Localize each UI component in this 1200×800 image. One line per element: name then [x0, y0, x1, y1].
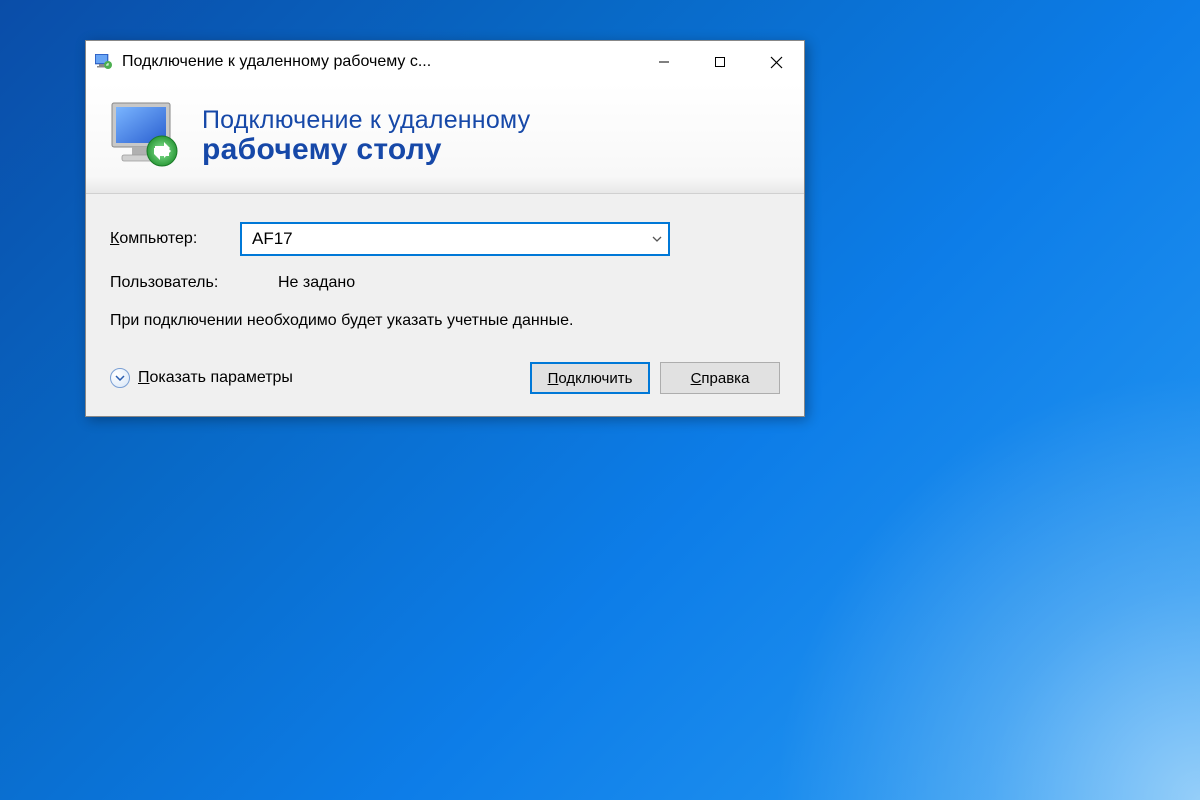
button-group: Подключить Справка [530, 362, 780, 394]
form-area: Компьютер: Пользователь: Не задано При п… [86, 194, 804, 416]
titlebar[interactable]: Подключение к удаленному рабочему с... [86, 41, 804, 83]
computer-input[interactable] [240, 222, 670, 256]
bottom-row: Показать параметры Подключить Справка [110, 362, 780, 394]
header-banner: Подключение к удаленному рабочему столу [86, 83, 804, 194]
rdp-app-icon [94, 52, 114, 72]
titlebar-controls [636, 41, 804, 83]
banner-line2: рабочему столу [202, 133, 530, 167]
user-row: Пользователь: Не задано [110, 274, 780, 292]
rdp-dialog: Подключение к удаленному рабочему с... [85, 40, 805, 417]
computer-row: Компьютер: [110, 222, 780, 256]
show-options-label: Показать параметры [138, 369, 293, 387]
computer-label: Компьютер: [110, 230, 240, 248]
user-label: Пользователь: [110, 274, 240, 292]
window-title: Подключение к удаленному рабочему с... [122, 53, 636, 71]
help-button[interactable]: Справка [660, 362, 780, 394]
minimize-button[interactable] [636, 41, 692, 83]
credentials-info: При подключении необходимо будет указать… [110, 310, 670, 332]
connect-button[interactable]: Подключить [530, 362, 650, 394]
close-button[interactable] [748, 41, 804, 83]
computer-combo[interactable] [240, 222, 670, 256]
rdp-banner-icon [106, 101, 184, 171]
banner-line1: Подключение к удаленному [202, 106, 530, 135]
maximize-button[interactable] [692, 41, 748, 83]
user-value: Не задано [278, 274, 355, 292]
expand-down-icon [110, 368, 130, 388]
show-options-toggle[interactable]: Показать параметры [110, 368, 293, 388]
banner-text: Подключение к удаленному рабочему столу [202, 106, 530, 167]
